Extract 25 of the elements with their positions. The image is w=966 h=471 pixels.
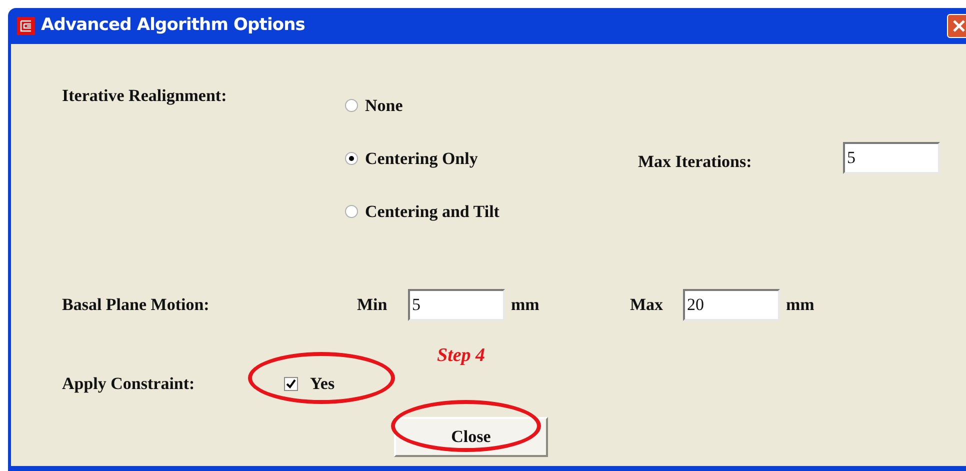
field-label: Basal Plane Motion: xyxy=(62,294,210,316)
radio-button[interactable] xyxy=(345,152,358,165)
field-label: Iterative Realignment: xyxy=(62,85,228,107)
field-label: Max Iterations: xyxy=(638,151,753,173)
radio-button[interactable] xyxy=(345,205,358,218)
unit-label: mm xyxy=(511,294,540,316)
radio-label[interactable]: None xyxy=(365,92,403,118)
radio-label[interactable]: Centering and Tilt xyxy=(365,198,500,224)
text-field[interactable]: 5 xyxy=(843,142,940,174)
close-icon xyxy=(952,19,966,33)
radio-label[interactable]: Centering Only xyxy=(365,146,478,172)
radio-button[interactable] xyxy=(345,99,358,112)
unit-label: mm xyxy=(786,294,814,316)
window-title: Advanced Algorithm Options xyxy=(41,14,306,38)
app-icon xyxy=(17,17,35,35)
close-button[interactable] xyxy=(947,14,966,38)
annotation-text: Step 4 xyxy=(437,344,486,368)
field-label: Min xyxy=(357,294,388,316)
field-label: Max xyxy=(630,294,664,316)
field-label: Apply Constraint: xyxy=(62,373,196,396)
text-field[interactable]: 5 xyxy=(408,289,505,321)
close-button[interactable]: Close xyxy=(394,417,548,457)
text-field[interactable]: 20 xyxy=(683,289,780,321)
checkbox-label[interactable]: Yes xyxy=(310,371,335,397)
checkbox[interactable] xyxy=(284,377,298,391)
